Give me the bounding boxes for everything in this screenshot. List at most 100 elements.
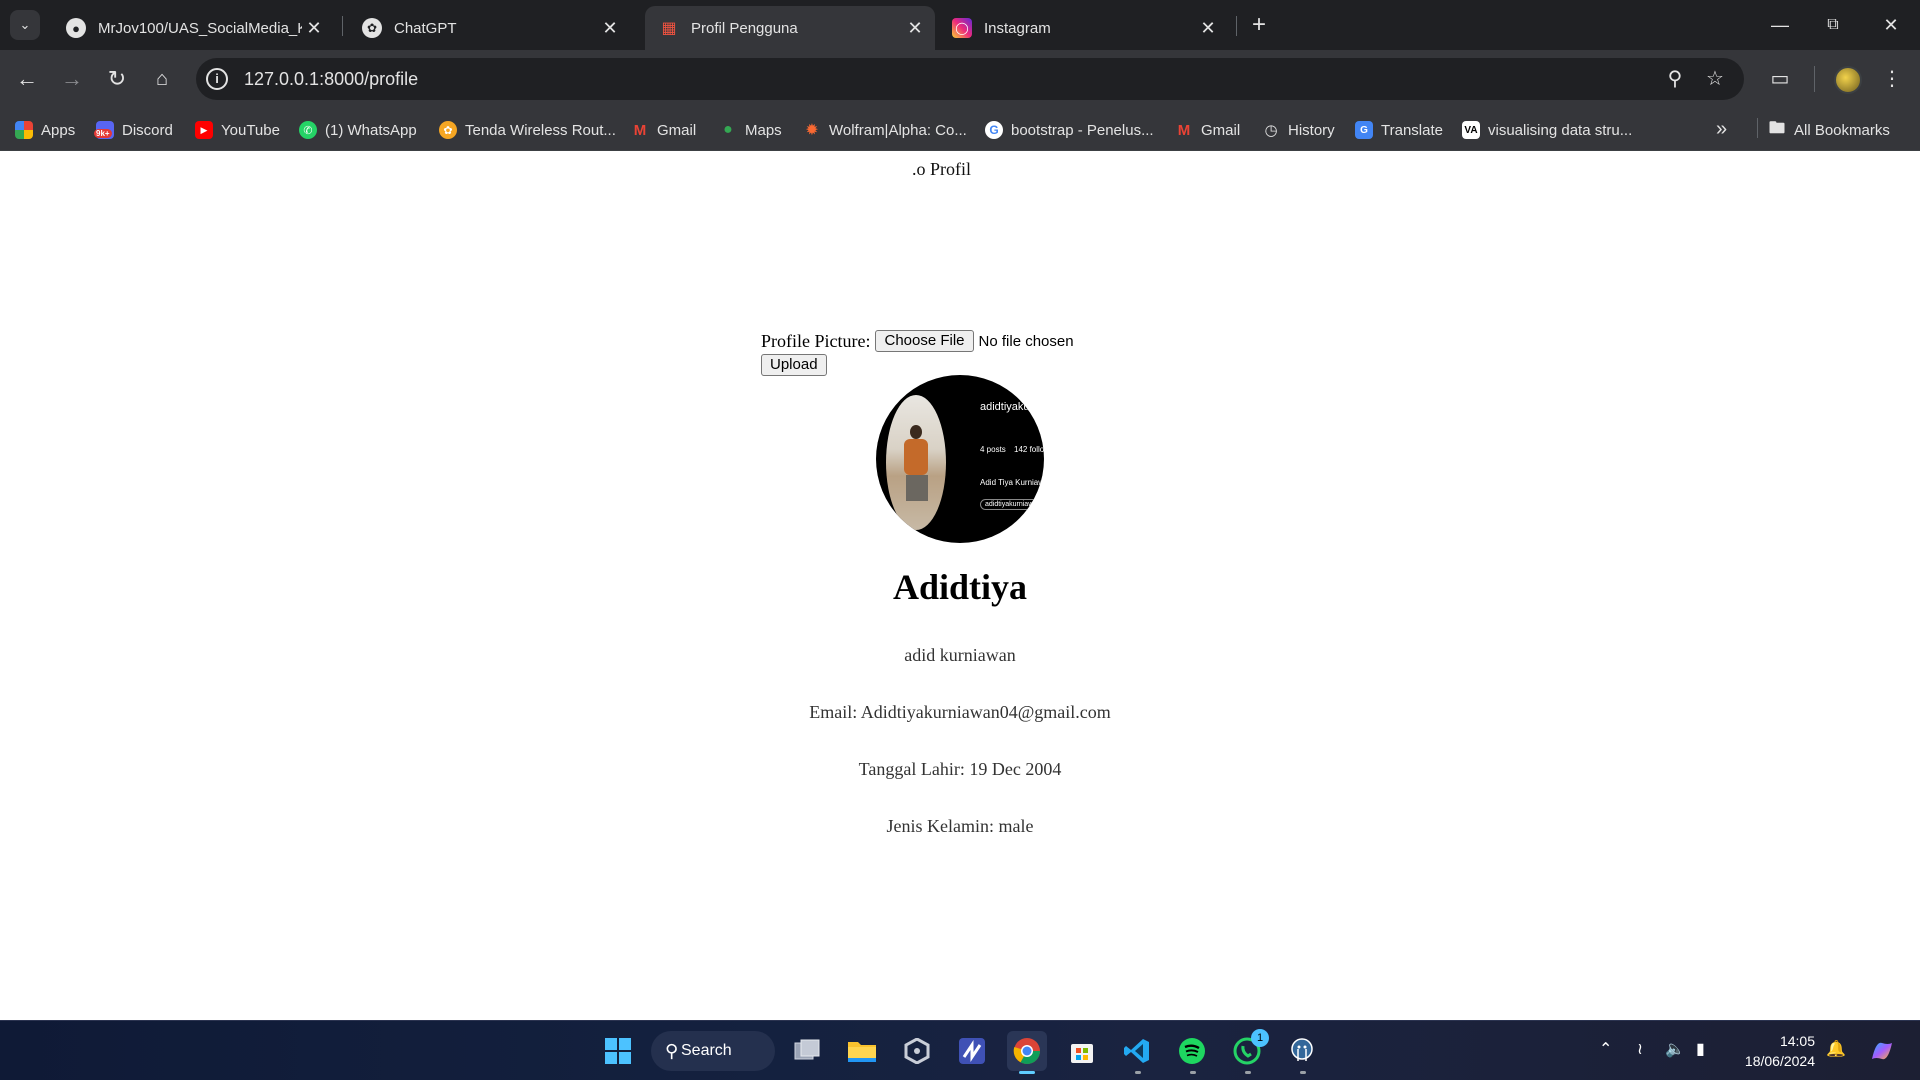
vscode-icon[interactable]	[1117, 1031, 1157, 1071]
running-indicator	[1190, 1071, 1196, 1074]
bookmark-label: Discord	[122, 121, 173, 139]
tab-close-icon[interactable]: ✕	[1196, 18, 1220, 39]
postgresql-icon[interactable]	[1282, 1031, 1322, 1071]
url-text[interactable]: 127.0.0.1:8000/profile	[244, 69, 418, 90]
task-view-icon[interactable]	[787, 1031, 827, 1071]
bookmark-visualgo[interactable]: VA visualising data stru...	[1462, 118, 1632, 142]
bookmark-wolfram[interactable]: ✹ Wolfram|Alpha: Co...	[803, 118, 967, 142]
notification-bell-icon[interactable]: 🔔	[1826, 1039, 1846, 1059]
bookmarks-overflow-chevron-icon[interactable]: »	[1716, 118, 1727, 141]
whatsapp-notification-badge: 1	[1251, 1029, 1269, 1047]
bookmark-label: Wolfram|Alpha: Co...	[829, 121, 967, 139]
extensions-puzzle-icon[interactable]: ▭	[1765, 64, 1795, 94]
bookmark-label: visualising data stru...	[1488, 121, 1633, 139]
tab-github[interactable]: ● MrJov100/UAS_SocialMedia_Ke ✕	[52, 6, 334, 50]
taskbar-search-button[interactable]: ⚲ Search	[651, 1031, 775, 1071]
site-info-icon[interactable]: i	[206, 68, 228, 90]
back-arrow-icon[interactable]: ←	[12, 64, 42, 94]
reload-icon[interactable]: ↻	[102, 64, 132, 94]
tab-title: Instagram	[984, 19, 1051, 37]
chatgpt-icon: ✿	[362, 18, 382, 38]
tab-instagram[interactable]: ◯ Instagram ✕	[938, 6, 1228, 50]
address-bar[interactable]: i 127.0.0.1:8000/profile ⚲ ☆	[196, 58, 1744, 100]
bookmark-star-icon[interactable]: ☆	[1702, 66, 1728, 92]
bookmark-label: Tenda Wireless Rout...	[465, 121, 616, 139]
running-indicator	[1135, 1071, 1141, 1074]
photo-person-legs	[906, 475, 928, 501]
bookmark-translate[interactable]: G Translate	[1355, 118, 1443, 142]
upload-button[interactable]: Upload	[761, 354, 827, 376]
bookmarks-bar: Apps 9k+ Discord ▶ YouTube ✆ (1) WhatsAp…	[0, 108, 1920, 151]
no-file-chosen-text: No file chosen	[978, 332, 1074, 350]
wifi-icon[interactable]: ≀	[1637, 1039, 1643, 1059]
discord-icon: 9k+	[94, 121, 114, 139]
running-indicator	[1245, 1071, 1251, 1074]
bookmark-history[interactable]: ◷ History	[1262, 118, 1335, 142]
bookmark-all-bookmarks[interactable]: 🖿 All Bookmarks	[1768, 118, 1890, 142]
bookmark-label: All Bookmarks	[1794, 121, 1890, 139]
translate-icon: G	[1355, 121, 1373, 139]
tab-close-icon[interactable]: ✕	[302, 18, 326, 39]
toolbar-divider	[1814, 66, 1815, 92]
browser-chrome: ⌄ ● MrJov100/UAS_SocialMedia_Ke ✕ ✿ Chat…	[0, 0, 1920, 151]
show-hidden-icons-chevron-icon[interactable]: ⌃	[1599, 1039, 1612, 1059]
whatsapp-taskbar-icon[interactable]: 1	[1227, 1029, 1269, 1071]
clock-time: 14:05	[1779, 1033, 1815, 1049]
bookmark-gmail-2[interactable]: M Gmail	[1175, 118, 1240, 142]
bookmark-youtube[interactable]: ▶ YouTube	[195, 118, 280, 142]
restore-icon[interactable]: ⧉	[1813, 10, 1853, 40]
clock-date: 18/06/2024	[1744, 1053, 1815, 1069]
upload-form: Profile Picture: Choose File No file cho…	[761, 329, 1074, 376]
github-icon: ●	[66, 18, 86, 38]
bookmark-label: Maps	[745, 121, 782, 139]
maps-pin-icon: ●	[723, 121, 733, 138]
copilot-icon[interactable]	[1862, 1031, 1902, 1071]
bookmark-apps[interactable]: Apps	[15, 118, 75, 142]
minimize-icon[interactable]: —	[1760, 10, 1800, 40]
tab-search-chevron-icon[interactable]: ⌄	[10, 10, 40, 40]
new-tab-plus-icon[interactable]: +	[1245, 12, 1273, 40]
tab-title: ChatGPT	[394, 19, 457, 37]
chrome-icon[interactable]	[1007, 1031, 1047, 1071]
tab-profil-pengguna[interactable]: ▦ Profil Pengguna ✕	[645, 6, 935, 50]
profile-avatar-icon[interactable]	[1834, 66, 1862, 94]
file-explorer-icon[interactable]	[842, 1031, 882, 1071]
bookmark-label: Translate	[1381, 121, 1443, 139]
menu-kebab-icon[interactable]: ⋮	[1877, 64, 1907, 94]
instagram-icon: ◯	[952, 18, 972, 38]
tab-chatgpt[interactable]: ✿ ChatGPT ✕	[348, 6, 630, 50]
visual-studio-icon[interactable]	[952, 1031, 992, 1071]
bookmark-discord[interactable]: 9k+ Discord	[94, 118, 173, 142]
tab-close-icon[interactable]: ✕	[903, 18, 927, 39]
windows-start-icon[interactable]	[598, 1031, 638, 1071]
bookmark-gmail[interactable]: M Gmail	[631, 118, 696, 142]
bookmark-whatsapp[interactable]: ✆ (1) WhatsApp	[299, 118, 417, 142]
spotify-icon[interactable]	[1172, 1031, 1212, 1071]
avatar-overlay-handle: adidtiyakurniawan	[980, 499, 1044, 510]
tab-close-icon[interactable]: ✕	[598, 18, 622, 39]
volume-icon[interactable]: 🔈	[1665, 1039, 1685, 1059]
forward-arrow-icon[interactable]: →	[57, 64, 87, 94]
running-indicator	[1300, 1071, 1306, 1074]
taskbar-search-label: Search	[681, 1042, 732, 1059]
bookmark-tenda[interactable]: ✿ Tenda Wireless Rout...	[439, 118, 616, 142]
unity-icon[interactable]	[897, 1031, 937, 1071]
bookmark-bootstrap[interactable]: G bootstrap - Penelus...	[985, 118, 1154, 142]
laravel-icon: ▦	[661, 20, 677, 37]
system-clock[interactable]: 14:05 18/06/2024	[1735, 1031, 1815, 1071]
bookmark-label: History	[1288, 121, 1335, 139]
tab-divider	[342, 16, 343, 36]
home-icon[interactable]: ⌂	[147, 64, 177, 94]
gmail-icon: M	[1177, 121, 1191, 139]
bookmarks-divider	[1757, 118, 1758, 138]
apps-grid-icon	[15, 121, 33, 139]
microsoft-store-icon[interactable]	[1062, 1031, 1102, 1071]
choose-file-button[interactable]: Choose File	[875, 330, 974, 352]
window-close-icon[interactable]: ✕	[1871, 10, 1911, 40]
avatar-photo	[886, 395, 946, 530]
zoom-magnifier-icon[interactable]: ⚲	[1662, 66, 1688, 92]
photo-person-body	[904, 439, 928, 475]
bookmark-maps[interactable]: ● Maps	[719, 118, 782, 142]
battery-icon[interactable]: ▮	[1696, 1039, 1705, 1059]
profile-fullname: adid kurniawan	[904, 645, 1016, 665]
